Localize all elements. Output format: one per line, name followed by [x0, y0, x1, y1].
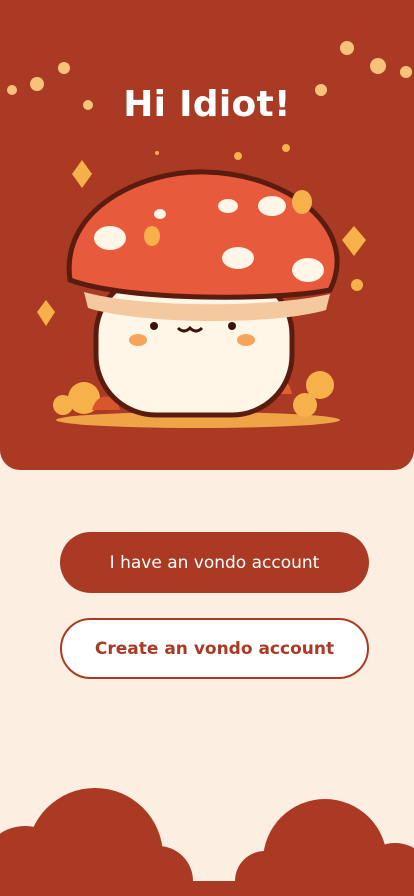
- mushroom-mascot-icon: [37, 144, 366, 428]
- hero-banner: Hi Idiot!: [0, 0, 414, 470]
- login-button[interactable]: I have an vondo account: [60, 532, 369, 593]
- cloud-decoration: [0, 788, 414, 896]
- create-account-button[interactable]: Create an vondo account: [60, 618, 369, 679]
- page-title: Hi Idiot!: [123, 84, 291, 125]
